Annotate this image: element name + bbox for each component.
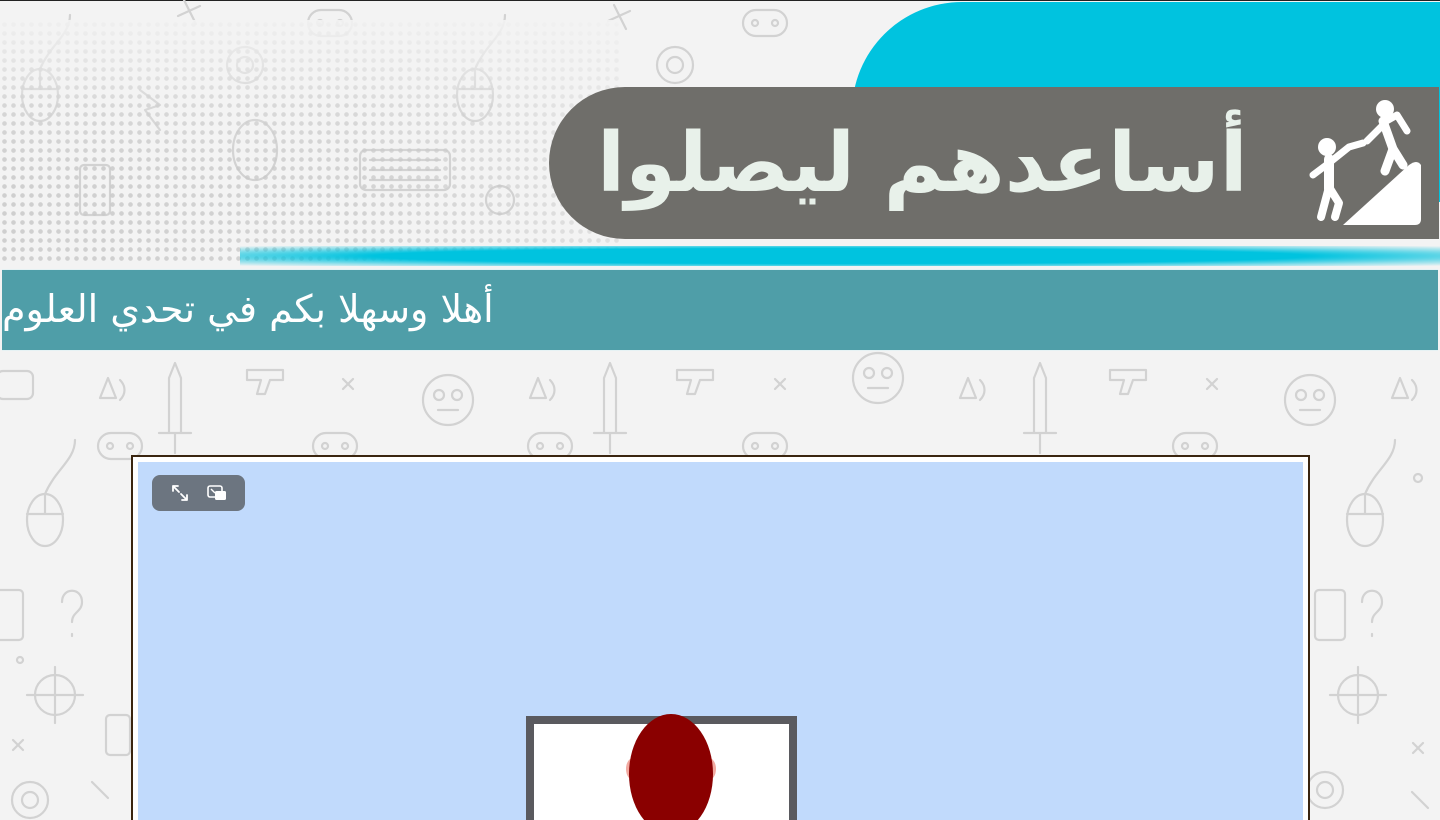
- climbing-helper-icon: [1309, 100, 1421, 225]
- welcome-banner: أهلا وسهلا بكم في تحدي العلوم: [2, 269, 1438, 351]
- picture-in-picture-icon: [206, 485, 226, 500]
- fullscreen-button[interactable]: [168, 481, 192, 505]
- game-frame: [131, 455, 1310, 820]
- header-underline: [240, 246, 1440, 266]
- halftone-fade: [0, 20, 620, 265]
- welcome-message: أهلا وسهلا بكم في تحدي العلوم: [2, 287, 494, 331]
- character-head: [626, 714, 716, 820]
- picture-in-picture-button[interactable]: [205, 481, 229, 505]
- title-banner: أساعدهم ليصلوا: [549, 87, 1439, 239]
- page-title: أساعدهم ليصلوا: [597, 115, 1248, 211]
- fullscreen-icon: [172, 485, 189, 501]
- game-canvas[interactable]: [138, 462, 1303, 820]
- player-controls: [152, 475, 245, 511]
